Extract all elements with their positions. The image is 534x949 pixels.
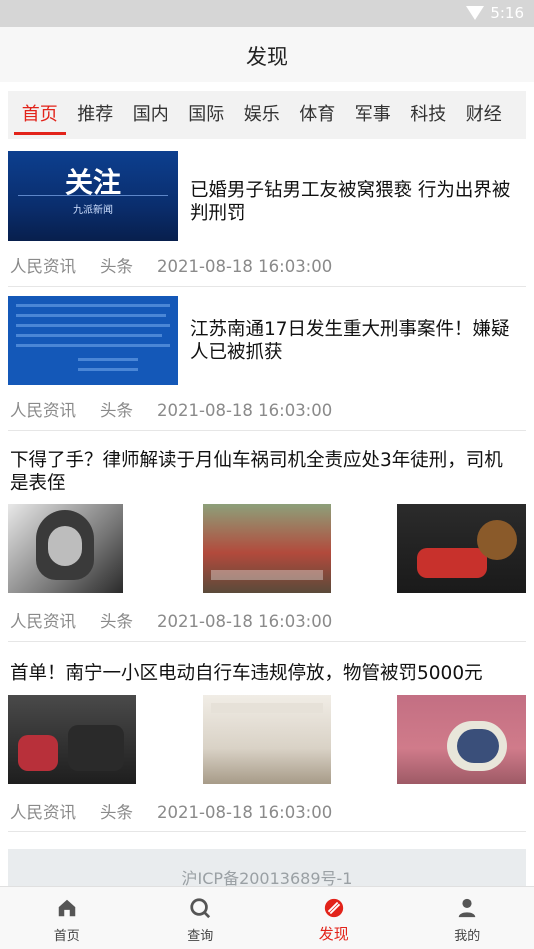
tab-tech[interactable]: 科技	[401, 91, 457, 139]
nav-search[interactable]: 查询	[134, 887, 268, 949]
article-title[interactable]: 江苏南通17日发生重大刑事案件！嫌疑人已被抓获	[190, 318, 520, 364]
article-time: 2021-08-18 16:03:00	[157, 612, 333, 631]
article-meta: 人民资讯 头条 2021-08-18 16:03:00	[10, 799, 356, 823]
nav-discover[interactable]: 发现	[267, 887, 401, 949]
tab-more[interactable]: 时	[512, 91, 527, 139]
article-title[interactable]: 已婚男子钻男工友被窝猥亵 行为出界被判刑罚	[190, 179, 520, 225]
article-source: 人民资讯	[10, 612, 76, 631]
status-bar: 5:16	[0, 0, 534, 27]
nav-mine[interactable]: 我的	[401, 887, 534, 949]
article-tag: 头条	[100, 803, 133, 822]
status-time: 5:16	[490, 4, 524, 22]
nav-search-label: 查询	[187, 929, 214, 944]
article-title[interactable]: 首单！南宁一小区电动自行车违规停放，物管被罚5000元	[10, 662, 520, 685]
article-source: 人民资讯	[10, 401, 76, 420]
nav-home[interactable]: 首页	[0, 887, 134, 949]
article-tag: 头条	[100, 401, 133, 420]
category-tabs[interactable]: 首页 推荐 国内 国际 娱乐 体育 军事 科技 财经 时	[8, 91, 526, 139]
article-thumbnail	[8, 504, 123, 593]
tab-military[interactable]: 军事	[345, 91, 401, 139]
nav-mine-label: 我的	[454, 929, 481, 944]
bottom-nav: 首页 查询 发现 我的	[0, 886, 534, 949]
article-thumbnail	[203, 695, 331, 784]
article-meta: 人民资讯 头条 2021-08-18 16:03:00	[10, 397, 356, 421]
user-icon	[459, 898, 476, 918]
article-time: 2021-08-18 16:03:00	[157, 401, 333, 420]
article-thumbnail	[397, 695, 526, 784]
article-tag: 头条	[100, 612, 133, 631]
article-thumbnail: 关注 九派新闻	[8, 151, 178, 241]
app-bar: 发现	[0, 27, 534, 82]
tab-international[interactable]: 国际	[179, 91, 235, 139]
article-time: 2021-08-18 16:03:00	[157, 257, 333, 276]
article-thumbnail	[397, 504, 526, 593]
list-item[interactable]: 下得了手？律师解读于月仙车祸司机全责应处3年徒刑，司机是表侄 人民资讯 头条 202…	[8, 441, 526, 642]
list-item[interactable]: 江苏南通17日发生重大刑事案件！嫌疑人已被抓获 人民资讯 头条 2021-08-18…	[8, 296, 526, 431]
article-tag: 头条	[100, 257, 133, 276]
nav-home-label: 首页	[53, 929, 80, 944]
list-item[interactable]: 首单！南宁一小区电动自行车违规停放，物管被罚5000元 人民资讯 头条 2021-0…	[8, 652, 526, 832]
home-icon	[58, 899, 75, 917]
tab-home[interactable]: 首页	[12, 91, 68, 139]
article-source: 人民资讯	[10, 803, 76, 822]
thumbnail-subcaption: 九派新闻	[73, 205, 113, 216]
article-title[interactable]: 下得了手？律师解读于月仙车祸司机全责应处3年徒刑，司机是表侄	[10, 449, 520, 495]
search-icon	[190, 898, 211, 919]
article-meta: 人民资讯 头条 2021-08-18 16:03:00	[10, 253, 356, 277]
tab-domestic[interactable]: 国内	[123, 91, 179, 139]
page-title: 发现	[246, 45, 288, 69]
tab-sports[interactable]: 体育	[290, 91, 346, 139]
tab-finance[interactable]: 财经	[456, 91, 512, 139]
tab-entertainment[interactable]: 娱乐	[234, 91, 290, 139]
tab-recommend[interactable]: 推荐	[68, 91, 124, 139]
article-meta: 人民资讯 头条 2021-08-18 16:03:00	[10, 608, 356, 632]
article-thumbnail	[203, 504, 331, 593]
footer: 沪ICP备20013689号-1	[8, 849, 526, 889]
wifi-icon	[466, 6, 484, 20]
article-source: 人民资讯	[10, 257, 76, 276]
list-item[interactable]: 关注 九派新闻 已婚男子钻男工友被窝猥亵 行为出界被判刑罚 人民资讯 头条 2021…	[8, 151, 526, 287]
nav-discover-label: 发现	[318, 925, 349, 943]
article-thumbnail	[8, 695, 136, 784]
article-time: 2021-08-18 16:03:00	[157, 803, 333, 822]
discover-icon	[324, 898, 343, 918]
article-thumbnail	[8, 296, 178, 385]
